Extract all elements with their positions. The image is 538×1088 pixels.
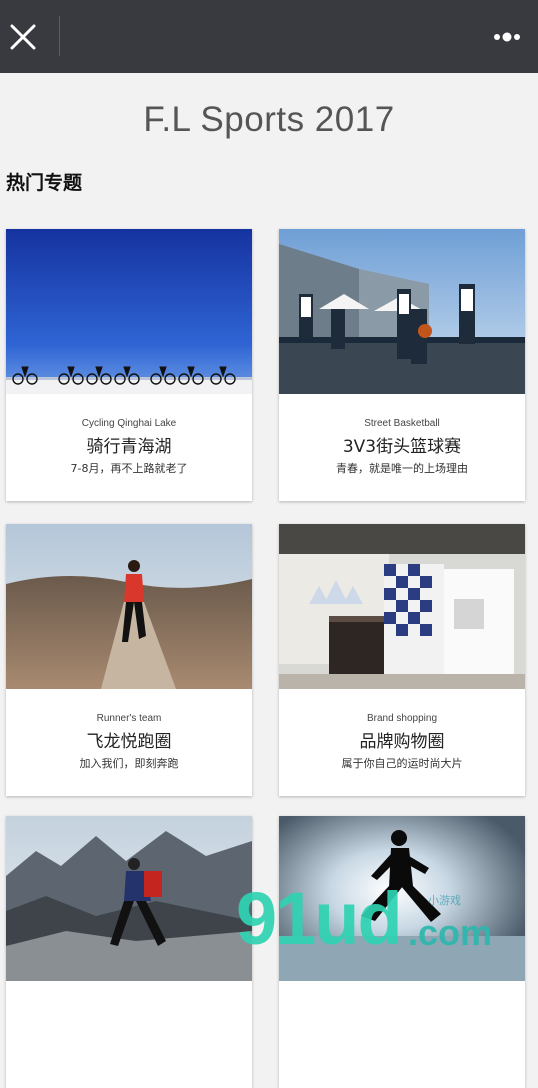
card-description: 7-8月，再不上路就老了	[70, 462, 188, 475]
topic-card-cycling[interactable]: Cycling Qinghai Lake 骑行青海湖 7-8月，再不上路就老了	[6, 229, 252, 501]
more-button[interactable]	[490, 20, 528, 54]
more-dots-icon	[494, 32, 520, 42]
topic-card-silhouette-run[interactable]	[279, 816, 525, 1088]
top-bar	[0, 0, 538, 73]
card-title: 飞龙悦跑圈	[86, 732, 172, 752]
topic-card-shopping[interactable]: Brand shopping 品牌购物圈 属于你自己的运时尚大片	[279, 524, 525, 796]
card-subtitle-en: Street Basketball	[364, 418, 440, 429]
close-button[interactable]	[4, 16, 42, 56]
silhouette-photo	[279, 816, 525, 981]
topic-card-hiking[interactable]	[6, 816, 252, 1088]
card-subtitle-en: Runner's team	[96, 713, 162, 724]
topic-card-running[interactable]: Runner's team 飞龙悦跑圈 加入我们，即刻奔跑	[6, 524, 252, 796]
topbar-divider	[59, 16, 60, 56]
card-title: 骑行青海湖	[86, 437, 172, 457]
card-description: 属于你自己的运时尚大片	[341, 757, 463, 770]
basketball-photo	[279, 229, 525, 394]
runner-photo	[6, 524, 252, 689]
card-subtitle-en: Cycling Qinghai Lake	[81, 418, 177, 429]
hiking-photo	[6, 816, 252, 981]
cycling-photo	[6, 229, 252, 394]
page-title: F.L Sports 2017	[143, 100, 395, 139]
card-title: 3V3街头篮球赛	[342, 437, 462, 457]
card-description: 青春，就是唯一的上场理由	[336, 462, 468, 475]
topic-card-basketball[interactable]: Street Basketball 3V3街头篮球赛 青春，就是唯一的上场理由	[279, 229, 525, 501]
store-photo	[279, 524, 525, 689]
card-description: 加入我们，即刻奔跑	[79, 757, 179, 770]
card-subtitle-en: Brand shopping	[366, 713, 438, 724]
card-title: 品牌购物圈	[359, 732, 445, 752]
section-heading: 热门专题	[6, 172, 83, 194]
close-icon	[10, 24, 36, 50]
